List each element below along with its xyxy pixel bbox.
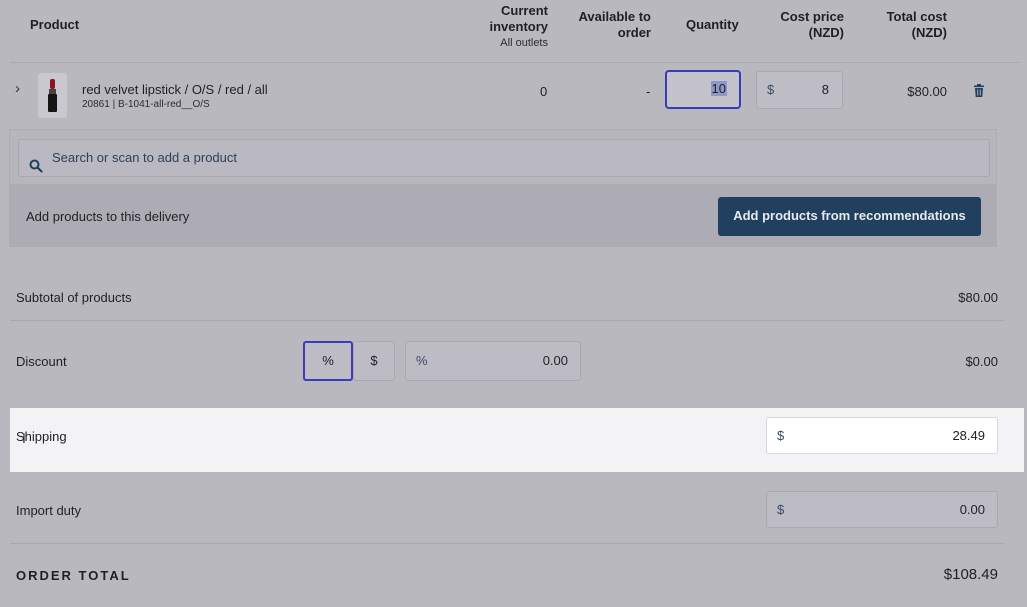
cost-price-value: 8 [821,82,829,97]
header-inventory-sub: All outlets [500,37,548,49]
import-duty-label: Import duty [16,503,82,518]
header-total-line1: Total cost [886,9,947,24]
header-total-line2: (NZD) [911,25,947,40]
discount-input-value: 0.00 [542,353,568,368]
search-panel: Search or scan to add a product [9,129,997,185]
search-icon [29,151,43,173]
add-products-label: Add products to this delivery [26,209,190,224]
header-cost-price: Cost price (NZD) [760,9,844,41]
discount-value: $0.00 [965,354,998,369]
header-cost-line1: Cost price [780,9,844,24]
discount-percent-toggle[interactable]: % [303,341,353,381]
quantity-input[interactable]: 10 [665,70,741,109]
discount-input-prefix: % [416,353,428,368]
header-total-cost: Total cost (NZD) [860,9,947,41]
header-product: Product [30,17,80,32]
order-total-value: $108.49 [943,566,998,583]
header-available-line2: order [617,25,651,40]
text-cursor-icon: I [22,430,26,446]
import-duty-input-value: 0.00 [959,502,985,517]
product-sku: 20861 | B-1041-all-red__O/S [82,99,210,110]
add-products-panel: Add products to this delivery Add produc… [9,185,997,247]
subtotal-divider [10,320,1005,321]
shipping-input-prefix: $ [777,428,785,443]
search-placeholder: Search or scan to add a product [52,150,238,165]
order-total-label: ORDER TOTAL [16,568,131,583]
current-inventory-value: 0 [540,84,548,99]
row-total-cost: $80.00 [907,84,947,99]
product-thumbnail [38,73,67,118]
header-inventory-line2: inventory [489,19,548,34]
product-name[interactable]: red velvet lipstick / O/S / red / all [82,82,268,97]
discount-input[interactable]: % 0.00 [405,341,581,381]
shipping-input-value: 28.49 [952,428,985,443]
header-quantity: Quantity [686,17,739,32]
header-divider [10,62,1020,63]
import-duty-input[interactable]: $ 0.00 [766,491,998,528]
expand-row-chevron-icon[interactable]: › [15,80,20,97]
discount-label: Discount [16,354,67,369]
subtotal-label: Subtotal of products [16,290,132,305]
available-to-order-value: - [646,84,651,99]
header-inventory-line1: Current [501,3,548,18]
add-from-recommendations-button[interactable]: Add products from recommendations [718,197,981,236]
cost-price-prefix: $ [767,82,775,97]
cost-price-input[interactable]: $ 8 [756,71,843,109]
discount-dollar-toggle[interactable]: $ [353,341,395,381]
shipping-input[interactable]: $ 28.49 [766,417,998,454]
delete-row-trash-icon[interactable] [973,84,985,98]
import-duty-input-prefix: $ [777,502,785,517]
subtotal-value: $80.00 [958,290,998,305]
header-available-to-order: Available to order [560,9,651,41]
header-current-inventory: Current inventory All outlets [470,3,548,51]
quantity-input-value: 10 [710,81,727,96]
header-available-line1: Available to [578,9,651,24]
search-input[interactable]: Search or scan to add a product [18,139,990,177]
import-duty-divider [10,543,1005,544]
header-cost-line2: (NZD) [808,25,844,40]
